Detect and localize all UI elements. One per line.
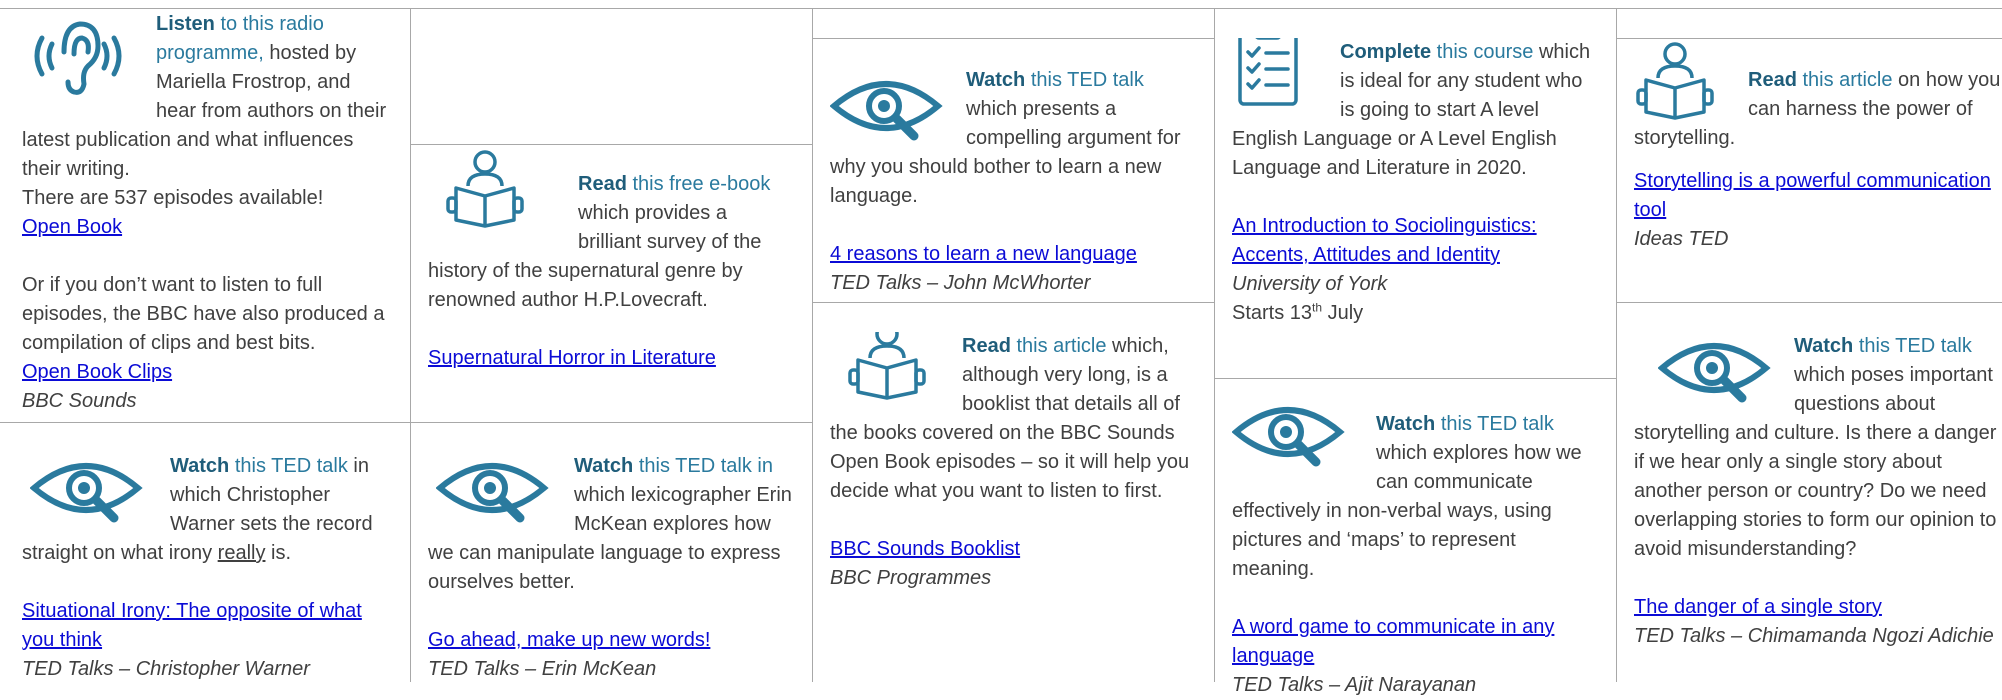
source-label: TED Talks – Erin McKean xyxy=(428,658,657,680)
resource-cell-storytelling: Read this article on how you can harness… xyxy=(1616,40,2002,254)
book-reader-icon xyxy=(444,148,526,228)
table-border-top xyxy=(0,8,2002,9)
open-book-clips-link[interactable]: Open Book Clips xyxy=(22,361,172,383)
row-divider xyxy=(812,302,1214,303)
supernatural-horror-link[interactable]: Supernatural Horror in Literature xyxy=(428,347,716,369)
resource-cell-supernatural: Read this free e-book which provides a b… xyxy=(410,148,812,373)
book-reader-icon xyxy=(846,332,928,400)
eye-magnifier-icon xyxy=(1658,336,1772,406)
source-label: TED Talks – Ajit Narayanan xyxy=(1232,674,1477,696)
source-label: University of York xyxy=(1232,273,1388,295)
resource-cell-learn-language: Watch this TED talk which presents a com… xyxy=(812,66,1214,298)
source-label: Ideas TED xyxy=(1634,228,1729,250)
resource-cell-new-words: Watch this TED talk in which lexicograph… xyxy=(410,452,812,684)
clipboard-checklist-icon xyxy=(1236,38,1300,108)
row-divider xyxy=(1214,378,1616,379)
situational-irony-link[interactable]: Situational Irony: The opposite of what … xyxy=(22,600,362,651)
course-start-date: Starts 13th July xyxy=(1232,300,1364,324)
resource-cell-single-story: Watch this TED talk which poses importan… xyxy=(1616,332,2002,651)
learn-language-link[interactable]: 4 reasons to learn a new language xyxy=(830,243,1137,265)
row-divider xyxy=(0,422,812,423)
source-label: TED Talks – Chimamanda Ngozi Adichie xyxy=(1634,625,1994,647)
resource-cell-course: Complete this course which is ideal for … xyxy=(1214,38,1616,328)
eye-magnifier-icon xyxy=(30,456,144,526)
source-label: TED Talks – John McWhorter xyxy=(830,272,1091,294)
resource-cell-booklist: Read this article which, although very l… xyxy=(812,332,1214,593)
row-divider xyxy=(410,144,812,145)
eye-magnifier-icon xyxy=(1232,400,1346,470)
new-words-link[interactable]: Go ahead, make up new words! xyxy=(428,629,710,651)
booklist-link[interactable]: BBC Sounds Booklist xyxy=(830,538,1020,560)
source-label: BBC Sounds xyxy=(22,390,137,412)
eye-magnifier-icon xyxy=(830,74,944,144)
word-game-link[interactable]: A word game to communicate in any langua… xyxy=(1232,616,1554,667)
row-divider xyxy=(812,38,1214,39)
row-divider xyxy=(1616,302,2002,303)
resource-cell-irony: Watch this TED talk in which Christopher… xyxy=(4,452,410,684)
row-divider xyxy=(1616,38,2002,39)
resource-description-extra: Or if you don’t want to listen to full e… xyxy=(22,274,385,354)
ear-listen-icon xyxy=(22,16,134,98)
storytelling-link[interactable]: Storytelling is a powerful communication… xyxy=(1634,170,1991,221)
source-label: BBC Programmes xyxy=(830,567,992,589)
episode-count: There are 537 episodes available! xyxy=(22,187,324,209)
open-book-link[interactable]: Open Book xyxy=(22,216,122,238)
resource-cell-open-book: Listen to this radio programme, hosted b… xyxy=(4,10,410,416)
source-label: TED Talks – Christopher Warner xyxy=(22,658,310,680)
eye-magnifier-icon xyxy=(436,456,550,526)
book-reader-icon xyxy=(1634,40,1716,120)
single-story-link[interactable]: The danger of a single story xyxy=(1634,596,1882,618)
resource-cell-word-game: Watch this TED talk which explores how w… xyxy=(1214,400,1616,700)
sociolinguistics-course-link[interactable]: An Introduction to Sociolinguistics: Acc… xyxy=(1232,215,1537,266)
